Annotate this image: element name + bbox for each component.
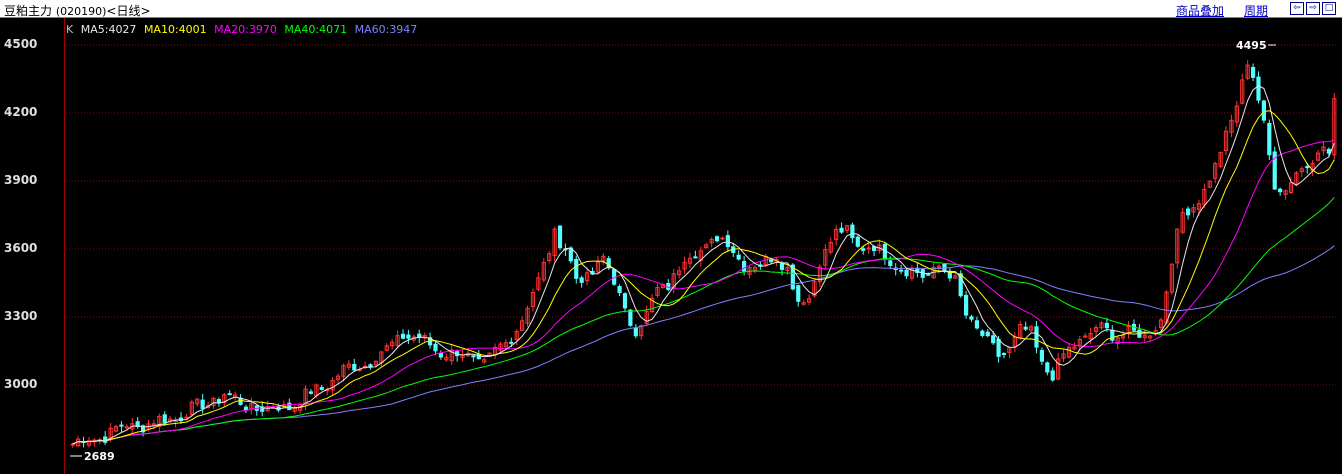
- candle-body: [557, 225, 563, 249]
- candle-body: [227, 393, 232, 396]
- candle-body: [974, 320, 980, 329]
- candle-body: [1278, 188, 1283, 193]
- low-price-label: 2689: [84, 450, 115, 463]
- candle-body: [352, 363, 357, 371]
- candle-body: [238, 397, 243, 405]
- candle-body: [888, 260, 893, 266]
- candle-body: [509, 341, 514, 344]
- candle-body: [899, 269, 904, 272]
- ma20-line: [72, 139, 1335, 445]
- high-price-label: 4495: [1236, 39, 1267, 52]
- candle-body: [400, 333, 406, 339]
- candle-body: [991, 335, 996, 344]
- candle-body: [1039, 349, 1045, 362]
- candle-body: [124, 426, 129, 429]
- candle-body: [1326, 148, 1331, 154]
- candle-body: [471, 355, 476, 358]
- candle-body: [438, 353, 443, 358]
- candle-body: [725, 235, 730, 248]
- candle-body: [1305, 166, 1310, 169]
- candle-body: [855, 236, 860, 247]
- candle-body: [779, 262, 785, 270]
- candle-body: [200, 399, 205, 409]
- candle-body: [633, 327, 638, 337]
- candle-body: [964, 294, 969, 316]
- candle-body: [574, 258, 579, 279]
- candle-body: [947, 271, 952, 279]
- candle-body: [1034, 326, 1039, 348]
- candle-body: [1104, 322, 1109, 329]
- candle-body: [742, 260, 747, 272]
- candle-body: [980, 330, 985, 336]
- candle-body: [1186, 208, 1191, 216]
- ma10-line: [72, 110, 1335, 445]
- candle-body: [1256, 76, 1261, 101]
- candle-body: [861, 248, 866, 251]
- candle-body: [243, 406, 249, 411]
- candle-body: [1045, 362, 1050, 373]
- candle-body: [308, 391, 314, 394]
- candle-body: [714, 236, 720, 242]
- candle-body: [622, 293, 628, 309]
- candle-body: [568, 247, 573, 262]
- candle-body: [1267, 122, 1272, 156]
- candle-body: [70, 443, 75, 446]
- candle-body: [162, 414, 167, 423]
- candle-body: [1261, 100, 1267, 121]
- candle-body: [617, 285, 622, 294]
- candle-body: [1023, 326, 1028, 330]
- candle-body: [882, 243, 887, 260]
- candle-body: [796, 285, 801, 302]
- candle-body: [433, 343, 438, 352]
- candle-body: [319, 387, 324, 390]
- candle-body: [693, 256, 698, 259]
- candle-body: [904, 269, 909, 277]
- candle-body: [736, 254, 741, 260]
- candle-body: [1250, 66, 1256, 78]
- candle-body: [1083, 335, 1088, 338]
- candle-body: [406, 334, 411, 339]
- candle-body: [985, 331, 990, 337]
- candle-body: [969, 316, 974, 320]
- candle-body: [119, 424, 124, 427]
- ma5-line: [72, 85, 1335, 445]
- candle-body: [579, 277, 584, 283]
- candle-body: [720, 237, 725, 240]
- candlestick-chart[interactable]: [0, 0, 1342, 474]
- candle-body: [368, 364, 373, 368]
- candle-body: [1001, 353, 1007, 356]
- candle-body: [850, 224, 855, 239]
- candle-body: [996, 338, 1001, 357]
- candle-body: [628, 309, 633, 326]
- candle-body: [839, 227, 844, 233]
- candle-body: [1050, 370, 1055, 381]
- candle-body: [1110, 329, 1115, 341]
